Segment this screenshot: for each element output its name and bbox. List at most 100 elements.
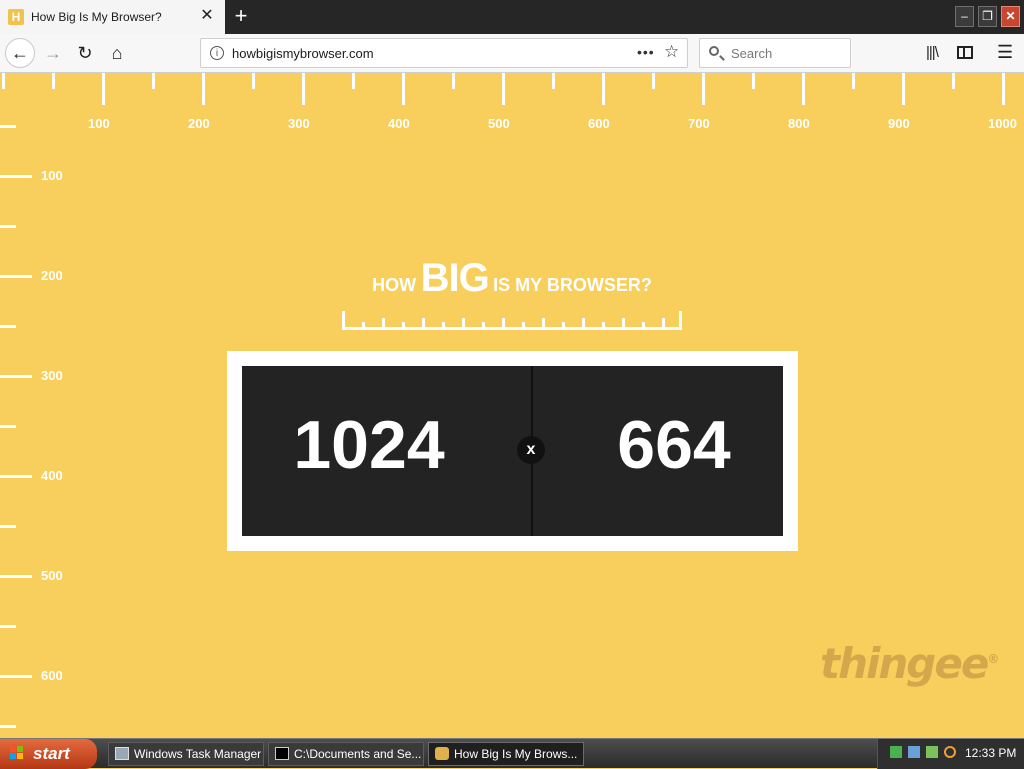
command-prompt-icon (275, 747, 289, 760)
taskbar-item-label: Windows Task Manager (134, 747, 262, 761)
ruler-top-tick (602, 73, 605, 105)
size-display: 1024 x 664 (227, 351, 798, 551)
reload-button[interactable]: ↻ (70, 38, 100, 68)
browser-height-value: 664 (617, 407, 731, 483)
back-button[interactable]: ← (5, 38, 35, 68)
ruler-top-label: 200 (188, 116, 210, 131)
taskbar-item-browser[interactable]: How Big Is My Brows... (428, 742, 584, 766)
brand-text: thingee (820, 639, 989, 688)
ruler-top-tick (702, 73, 705, 105)
ruler-top-tick (802, 73, 805, 105)
tab-strip: H How Big Is My Browser? ✕ + – ❐ ✕ (0, 0, 1024, 34)
ruler-left-tick (0, 625, 16, 628)
network-disconnected-icon[interactable] (908, 746, 920, 758)
network-icon[interactable] (890, 746, 902, 758)
search-input[interactable] (731, 39, 841, 67)
new-tab-button[interactable]: + (231, 4, 251, 28)
system-tray: 12:33 PM (877, 739, 1024, 769)
sidebar-icon[interactable] (957, 46, 973, 59)
ruler-left-label: 400 (41, 468, 63, 483)
ruler-left-label: 100 (41, 168, 63, 183)
browser-width-value: 1024 (293, 407, 445, 483)
ruler-left-label: 300 (41, 368, 63, 383)
maximize-button[interactable]: ❐ (978, 6, 997, 27)
thingee-logo[interactable]: thingee® (820, 639, 999, 688)
ruler-left-tick (0, 575, 32, 578)
ruler-top-tick (502, 73, 505, 105)
search-tray-icon[interactable] (944, 746, 956, 758)
page-actions-icon[interactable]: ••• (637, 44, 655, 60)
headline-ruler-graphic (342, 311, 682, 330)
ruler-top-tick (52, 73, 55, 89)
ruler-left-tick (0, 175, 32, 178)
ruler-left-label: 500 (41, 568, 63, 583)
search-icon (709, 46, 719, 56)
headline-big: BIG (420, 256, 490, 300)
search-bar[interactable] (699, 38, 851, 68)
minimize-button[interactable]: – (955, 6, 974, 27)
page-headline: HOW BIG IS MY BROWSER? (0, 256, 1024, 301)
ruler-top-tick (902, 73, 905, 105)
ruler-left-tick (0, 325, 16, 328)
ruler-top-tick (302, 73, 305, 105)
ruler-top-tick (1002, 73, 1005, 105)
windows-logo-icon (10, 746, 24, 760)
ruler-top-tick (552, 73, 555, 89)
start-button[interactable]: start (0, 739, 97, 769)
clock: 12:33 PM (965, 746, 1017, 760)
headline-how: HOW (372, 275, 417, 295)
ruler-left-tick (0, 125, 16, 128)
ruler-top-tick (452, 73, 455, 89)
ruler-left-tick (0, 525, 16, 528)
browser-icon (435, 747, 449, 760)
browser-tab[interactable]: H How Big Is My Browser? ✕ (0, 0, 225, 34)
ruler-top-tick (252, 73, 255, 89)
ruler-top-label: 1000 (988, 116, 1017, 131)
ruler-left-tick (0, 725, 16, 728)
safely-remove-icon[interactable] (926, 746, 938, 758)
web-page: 100 200 300 400 500 600 700 800 900 1000 100 200 30… (0, 73, 1024, 738)
ruler-top-label: 100 (88, 116, 110, 131)
menu-icon[interactable]: ☰ (997, 42, 1013, 63)
library-icon[interactable]: |||\ (926, 44, 939, 61)
ruler-left-label: 600 (41, 668, 63, 683)
favicon-icon: H (8, 9, 24, 25)
ruler-top-tick (2, 73, 5, 89)
ruler-top-tick (152, 73, 155, 89)
ruler-top-tick (952, 73, 955, 89)
close-window-button[interactable]: ✕ (1001, 6, 1020, 27)
home-button[interactable]: ⌂ (102, 38, 132, 68)
ruler-top-label: 300 (288, 116, 310, 131)
navigation-toolbar: ← → ↻ ⌂ i howbigismybrowser.com ••• ☆ ||… (0, 34, 1024, 73)
ruler-top-tick (652, 73, 655, 89)
ruler-left-tick (0, 375, 32, 378)
taskbar-item-label: How Big Is My Brows... (454, 747, 578, 761)
ruler-top-tick (352, 73, 355, 89)
taskbar-item-task-manager[interactable]: Windows Task Manager (108, 742, 264, 766)
ruler-top-tick (852, 73, 855, 89)
url-text[interactable]: howbigismybrowser.com (232, 46, 374, 61)
ruler-top-label: 900 (888, 116, 910, 131)
ruler-top-label: 600 (588, 116, 610, 131)
taskbar-item-command-prompt[interactable]: C:\Documents and Se... (268, 742, 424, 766)
ruler-top-tick (102, 73, 105, 105)
ruler-top-tick (752, 73, 755, 89)
url-bar[interactable]: i howbigismybrowser.com ••• ☆ (200, 38, 688, 68)
ruler-left-tick (0, 675, 32, 678)
ruler-left-tick (0, 475, 32, 478)
ruler-top-label: 500 (488, 116, 510, 131)
tab-title: How Big Is My Browser? (31, 10, 162, 24)
info-icon[interactable]: i (210, 46, 224, 60)
size-display-panel: 1024 x 664 (242, 366, 783, 536)
ruler-top-label: 700 (688, 116, 710, 131)
ruler-top-label: 800 (788, 116, 810, 131)
times-badge: x (517, 436, 545, 464)
forward-button[interactable]: → (38, 38, 68, 68)
registered-mark: ® (987, 652, 999, 666)
start-label: start (33, 744, 70, 763)
tab-close-icon[interactable]: ✕ (199, 7, 215, 25)
task-manager-icon (115, 747, 129, 760)
bookmark-star-icon[interactable]: ☆ (664, 42, 679, 62)
ruler-top-tick (202, 73, 205, 105)
taskbar-item-label: C:\Documents and Se... (294, 747, 422, 761)
